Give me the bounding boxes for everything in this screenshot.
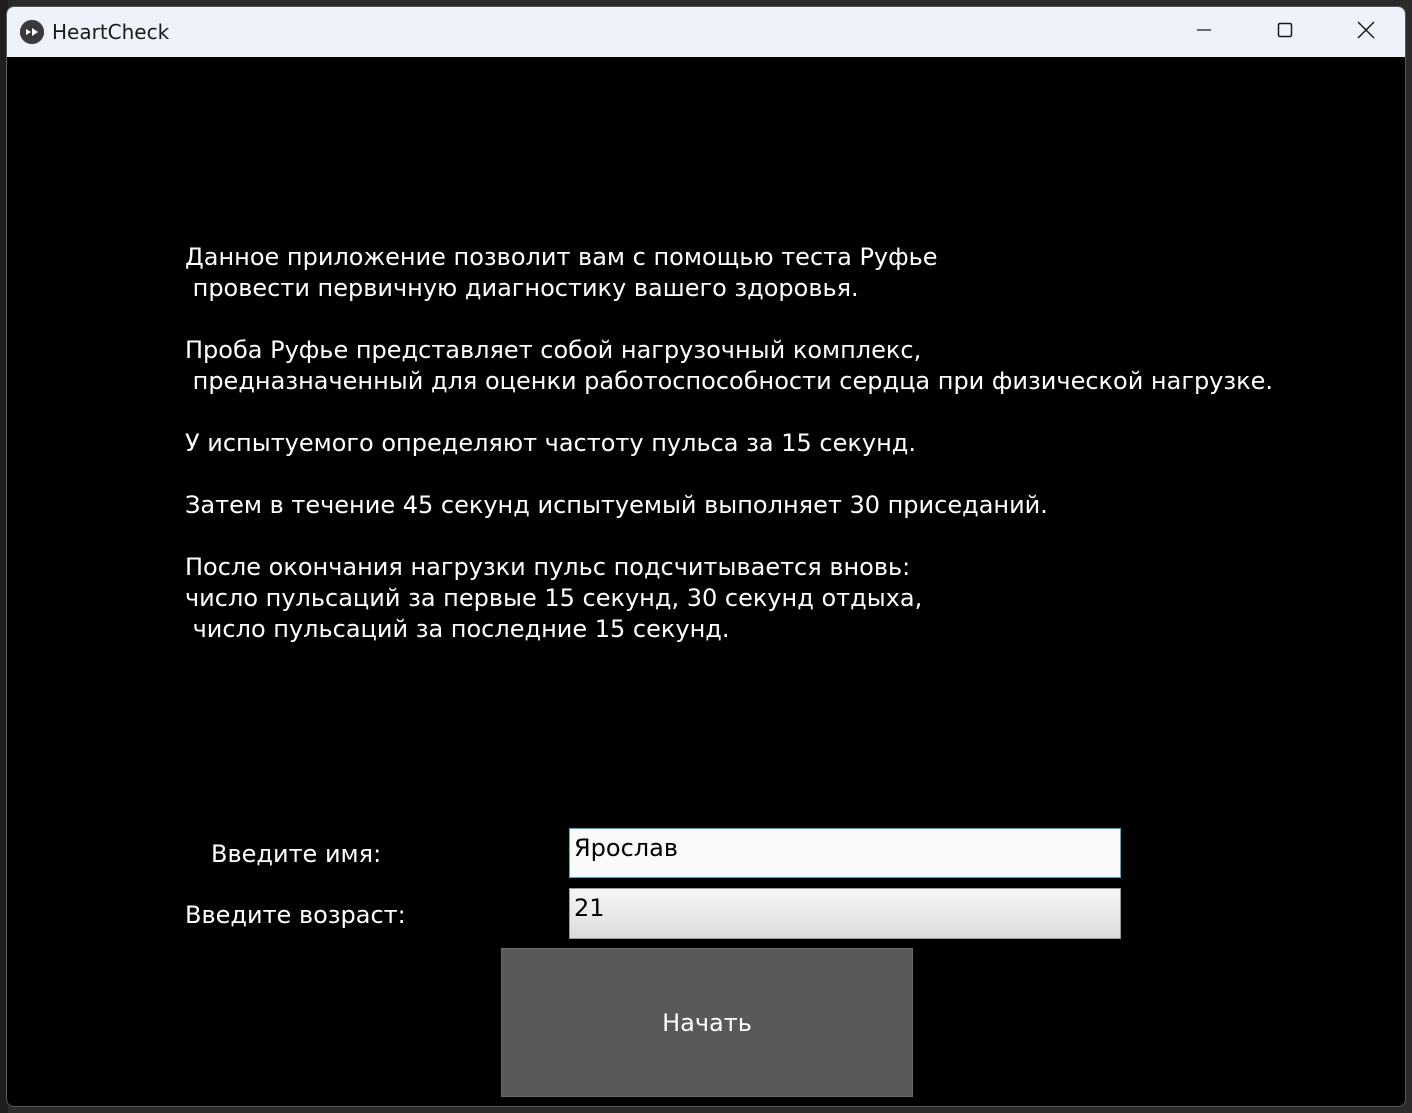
close-button[interactable] — [1326, 7, 1405, 57]
app-icon — [20, 20, 44, 44]
minimize-button[interactable] — [1164, 7, 1244, 57]
maximize-icon — [1277, 22, 1293, 42]
app-window: HeartCheck Данное приложение позволит ва… — [6, 6, 1406, 1107]
minimize-icon — [1196, 22, 1212, 42]
close-icon — [1357, 21, 1375, 43]
age-input[interactable]: 21 — [569, 888, 1121, 939]
start-button-label: Начать — [662, 1008, 752, 1037]
name-input[interactable]: Ярослав — [569, 828, 1121, 878]
age-label: Введите возраст: — [185, 901, 406, 929]
instructions-text: Данное приложение позволит вам с помощью… — [185, 243, 1274, 643]
start-button[interactable]: Начать — [501, 948, 913, 1097]
main-content: Данное приложение позволит вам с помощью… — [7, 57, 1405, 1106]
window-title: HeartCheck — [52, 20, 170, 44]
name-label: Введите имя: — [211, 840, 382, 868]
title-bar[interactable]: HeartCheck — [7, 7, 1405, 57]
maximize-button[interactable] — [1245, 7, 1325, 57]
